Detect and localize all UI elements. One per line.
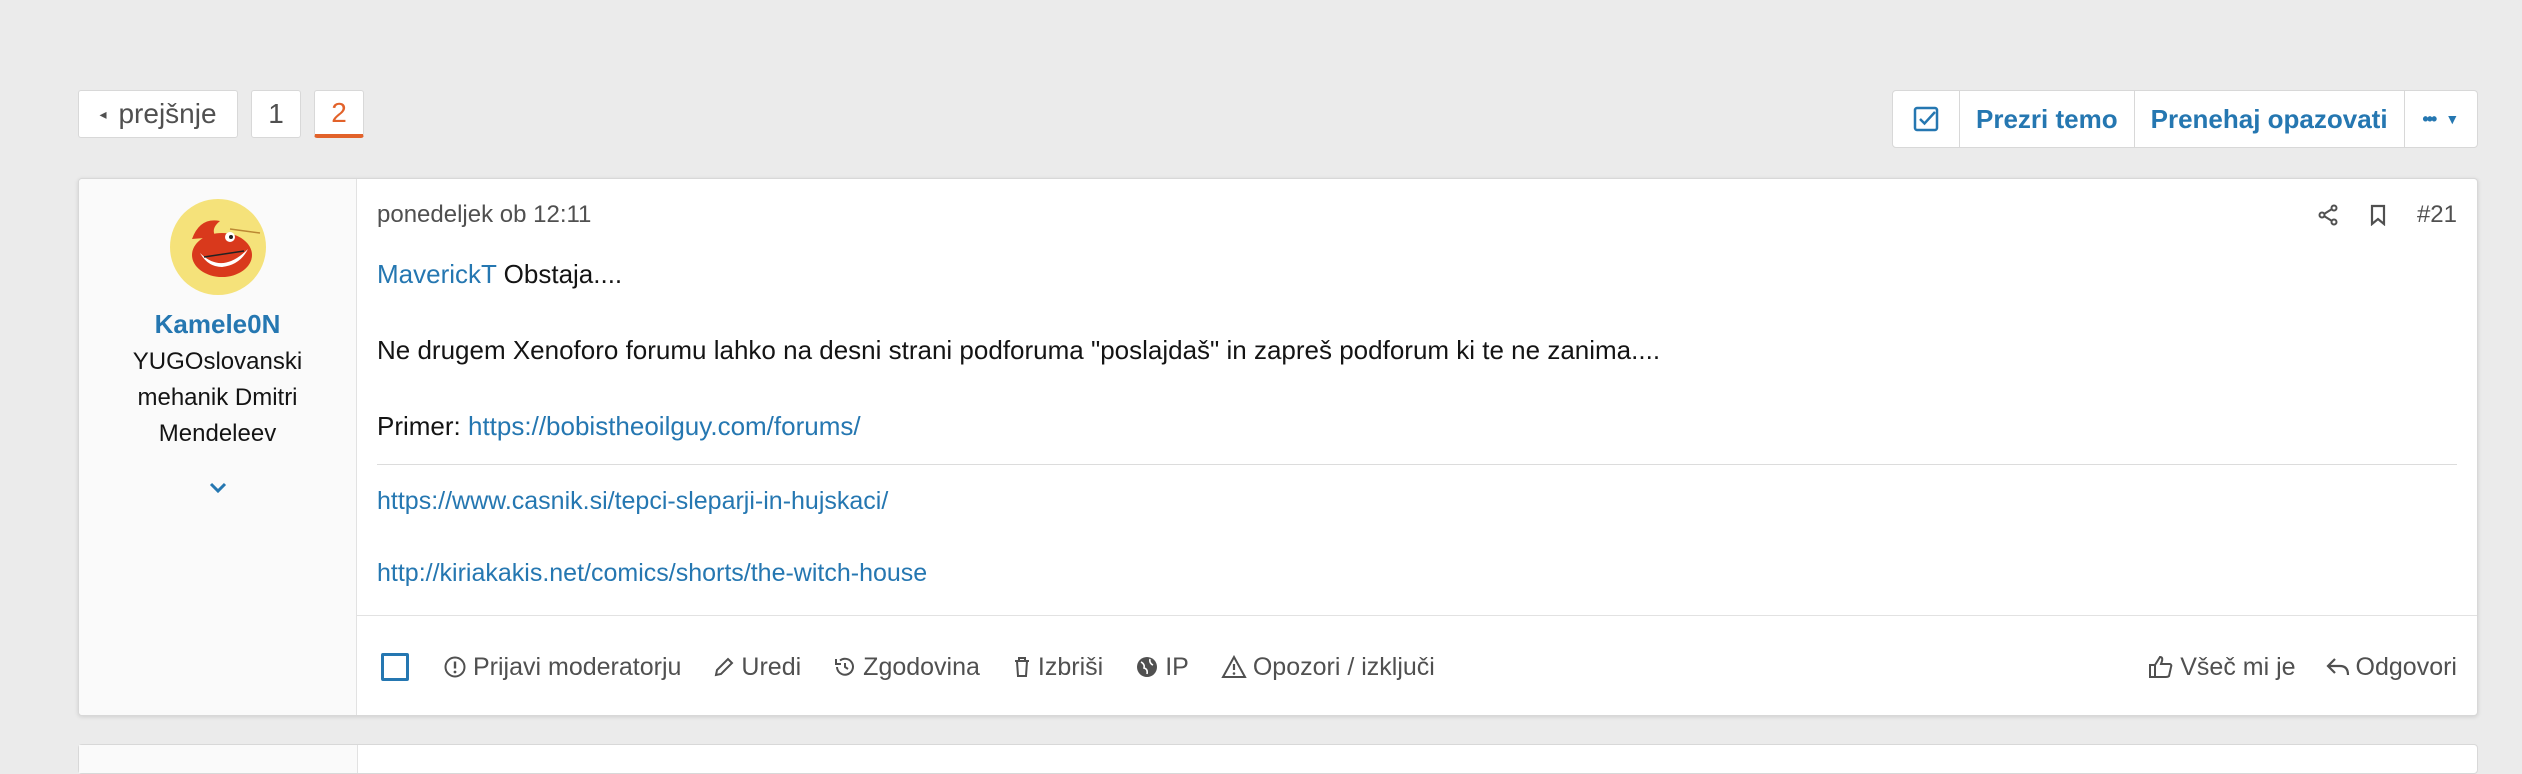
thumbs-up-icon — [2149, 655, 2173, 678]
edit-label: Uredi — [741, 652, 802, 681]
select-thread-button[interactable] — [1893, 91, 1960, 147]
example-forum-link[interactable]: https://bobistheoilguy.com/forums/ — [468, 411, 861, 441]
warning-triangle-icon — [1221, 655, 1247, 678]
reply-button[interactable]: Odgovori — [2325, 652, 2457, 682]
bookmark-icon[interactable] — [2369, 204, 2387, 226]
post-line-1: MaverickT Obstaja.... — [377, 255, 2457, 293]
avatar[interactable] — [169, 199, 266, 295]
delete-label: Izbriši — [1037, 652, 1104, 681]
signature-link-1[interactable]: https://www.casnik.si/tepci-sleparji-in-… — [377, 483, 2457, 519]
prev-page-label: prejšnje — [118, 98, 217, 129]
signature-link-2[interactable]: http://kiriakakis.net/comics/shorts/the-… — [377, 555, 2457, 591]
checkbox-checked-icon — [1913, 106, 1939, 132]
report-label: Prijavi moderatorju — [473, 652, 682, 681]
unwatch-thread-button[interactable]: Prenehaj opazovati — [2135, 91, 2405, 147]
pencil-icon — [715, 657, 734, 677]
page-link-2-current[interactable]: 2 — [314, 90, 364, 138]
select-post-checkbox[interactable] — [381, 653, 409, 681]
next-post-user-panel — [79, 745, 358, 773]
history-label: Zgodovina — [863, 652, 980, 681]
post-card: Kamele0N YUGOslovanski mehanik Dmitri Me… — [78, 178, 2478, 716]
expand-user-info-chevron-icon[interactable] — [209, 474, 227, 500]
post-main: ponedeljek ob 12:11 #21 MaverickT Obstaj… — [357, 179, 2477, 715]
like-button[interactable]: Všeč mi je — [2148, 652, 2296, 682]
warn-label: Opozori / izključi — [1252, 652, 1435, 681]
mention-link[interactable]: MaverickT — [377, 259, 496, 289]
user-title: YUGOslovanski mehanik Dmitri Mendeleev — [132, 348, 303, 447]
post-footer: Prijavi moderatorju Uredi Zgodovina Izbr… — [357, 615, 2477, 715]
username[interactable]: Kamele0N — [155, 309, 281, 340]
edit-button[interactable]: Uredi — [713, 653, 801, 682]
like-label: Všeč mi je — [2180, 652, 2296, 681]
warn-button[interactable]: Opozori / izključi — [1221, 653, 1435, 682]
trash-icon — [1014, 657, 1029, 677]
post-line-3-prefix: Primer: — [377, 411, 468, 441]
history-icon — [835, 657, 855, 676]
post-line-1-text: Obstaja.... — [496, 259, 623, 289]
post-line-3: Primer: https://bobistheoilguy.com/forum… — [377, 407, 2457, 445]
delete-button[interactable]: Izbriši — [1012, 653, 1103, 682]
alert-circle-icon — [444, 656, 466, 678]
ip-button[interactable]: IP — [1135, 653, 1189, 682]
signature: https://www.casnik.si/tepci-sleparji-in-… — [377, 464, 2457, 627]
globe-icon — [1137, 657, 1158, 677]
more-dots-icon: ••• — [2422, 108, 2437, 129]
page-link-1[interactable]: 1 — [251, 90, 301, 138]
pagination: ◂ prejšnje 1 2 — [78, 90, 377, 138]
caret-left-icon: ◂ — [99, 105, 107, 122]
thread-actions-bar: Prezri temo Prenehaj opazovati ••• ▼ — [1892, 90, 2478, 148]
prev-page-button[interactable]: ◂ prejšnje — [78, 90, 238, 138]
post-timestamp[interactable]: ponedeljek ob 12:11 — [377, 201, 591, 229]
reply-arrow-icon — [2325, 658, 2349, 676]
post-user-panel: Kamele0N YUGOslovanski mehanik Dmitri Me… — [79, 179, 357, 715]
more-options-button[interactable]: ••• ▼ — [2405, 91, 2477, 147]
ignore-thread-button[interactable]: Prezri temo — [1960, 91, 2135, 147]
chevron-down-icon: ▼ — [2445, 111, 2460, 127]
post-line-2: Ne drugem Xenoforo forumu lahko na desni… — [377, 335, 1661, 365]
next-post-card — [78, 744, 2478, 774]
reply-label: Odgovori — [2355, 652, 2457, 681]
history-button[interactable]: Zgodovina — [833, 653, 980, 682]
post-body: MaverickT Obstaja.... Ne drugem Xenoforo… — [377, 255, 2457, 483]
post-tools: #21 — [2287, 201, 2457, 229]
ip-label: IP — [1165, 652, 1189, 681]
report-button[interactable]: Prijavi moderatorju — [443, 653, 681, 682]
share-icon[interactable] — [2317, 204, 2339, 226]
post-number-link[interactable]: #21 — [2417, 201, 2457, 229]
